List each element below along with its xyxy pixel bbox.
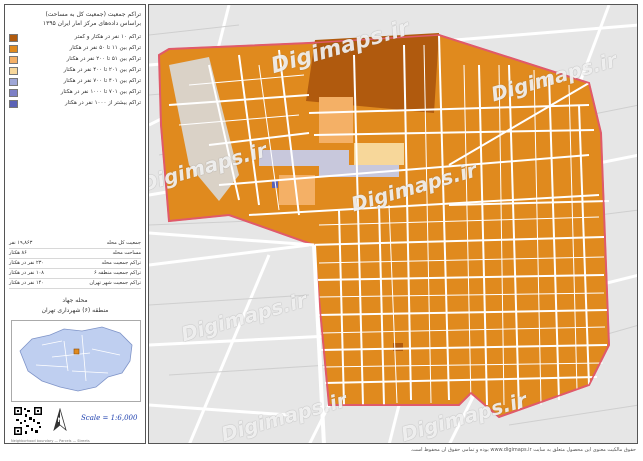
map-frame: Digimaps.ir Digimaps.ir Digimaps.ir Digi… — [148, 4, 638, 444]
legend-label: تراکم ۱۰ نفر در هکتار و کمتر — [74, 34, 141, 40]
legend-label: تراکم بیشتر از ۱۰۰۰ نفر در هکتار — [64, 100, 141, 106]
legend-label: تراکم بین ۴۰۱ تا ۷۰۰ نفر در هکتار — [63, 78, 141, 84]
stat-key: تراکم جمعیت شهر تهران — [89, 280, 141, 286]
stat-value: ۱۹,۸۶۳ نفر — [9, 240, 33, 246]
legend-label: تراکم بین ۱۱ تا ۵۰ نفر در هکتار — [69, 45, 141, 51]
parcel-class-51-200 — [319, 97, 353, 143]
legend-swatch — [9, 100, 18, 108]
legend-subtitle: براساس داده‌های مرکز آمار ایران ۱۳۹۵ — [42, 20, 141, 27]
tehran-outline — [19, 326, 133, 392]
stat-key: تراکم جمعیت منطقه ۶ — [93, 270, 141, 276]
locator-inset-map — [11, 320, 141, 402]
legend-swatch — [9, 56, 18, 64]
legend-swatch — [9, 45, 18, 53]
inset-highlight-marker — [73, 348, 80, 355]
north-letter: N — [57, 417, 62, 424]
stat-value: ۱۴۰ نفر در هکتار — [9, 280, 44, 286]
scale-text: Scale = 1:6,000 — [81, 414, 138, 422]
legend-item: تراکم بین ۵۱ تا ۲۰۰ نفر در هکتار — [9, 55, 141, 65]
legend-swatch — [9, 67, 18, 75]
stat-key: تراکم جمعیت محله — [101, 260, 141, 266]
stat-row: ۸۶ هکتار مساحت محله — [9, 250, 141, 259]
stat-value: ۱۰۸ نفر در هکتار — [9, 270, 44, 276]
legend-swatch — [9, 34, 18, 42]
legend-title: تراکم جمعیت (جمعیت کل به مساحت) — [45, 11, 141, 18]
stat-value: ۸۶ هکتار — [9, 250, 27, 256]
copyright-footer: حقوق مالکیت معنوی این محصول متعلق به سای… — [410, 447, 636, 453]
legend-item: تراکم بین ۱۱ تا ۵۰ نفر در هکتار — [9, 44, 141, 54]
stat-row: ۱۹,۸۶۳ نفر جمعیت کل محله — [9, 240, 141, 249]
legend-swatch — [9, 78, 18, 86]
legend-swatch — [9, 89, 18, 97]
parcel-class-201-400 — [354, 143, 404, 165]
stat-key: مساحت محله — [112, 250, 142, 256]
stat-row: ۲۳۰ نفر در هکتار تراکم جمعیت محله — [9, 260, 141, 269]
map-sheet: تراکم جمعیت (جمعیت کل به مساحت) براساس د… — [0, 0, 643, 461]
stat-row: ۱۰۸ نفر در هکتار تراکم جمعیت منطقه ۶ — [9, 270, 141, 279]
legend-label: تراکم بین ۵۱ تا ۲۰۰ نفر در هکتار — [66, 56, 141, 62]
stat-key: جمعیت کل محله — [106, 240, 141, 246]
legend-item: تراکم بین ۲۰۱ تا ۴۰۰ نفر در هکتار — [9, 66, 141, 76]
qr-code-icon — [13, 406, 43, 436]
legend-label: تراکم بین ۲۰۱ تا ۴۰۰ نفر در هکتار — [63, 67, 141, 73]
stat-value: ۲۳۰ نفر در هکتار — [9, 260, 44, 266]
legend-label: تراکم بین ۷۰۱ تا ۱۰۰۰ نفر در هکتار — [60, 89, 141, 95]
legend-footnote: Neighborhood boundary — Parcels — Street… — [11, 439, 90, 443]
legend-item: تراکم ۱۰ نفر در هکتار و کمتر — [9, 33, 141, 43]
legend-item: تراکم بین ۴۰۱ تا ۷۰۰ نفر در هکتار — [9, 77, 141, 87]
inset-svg — [19, 326, 133, 392]
stat-row: ۱۴۰ نفر در هکتار تراکم جمعیت شهر تهران — [9, 280, 141, 289]
location-label: محله جهاد — [62, 297, 88, 304]
north-arrow-icon: N — [53, 408, 67, 432]
district-label: منطقه (۶) شهرداری تهران — [41, 307, 109, 314]
legend-panel: تراکم جمعیت (جمعیت کل به مساحت) براساس د… — [4, 4, 146, 444]
legend-item: تراکم بین ۷۰۱ تا ۱۰۰۰ نفر در هکتار — [9, 88, 141, 98]
legend-item: تراکم بیشتر از ۱۰۰۰ نفر در هکتار — [9, 99, 141, 109]
